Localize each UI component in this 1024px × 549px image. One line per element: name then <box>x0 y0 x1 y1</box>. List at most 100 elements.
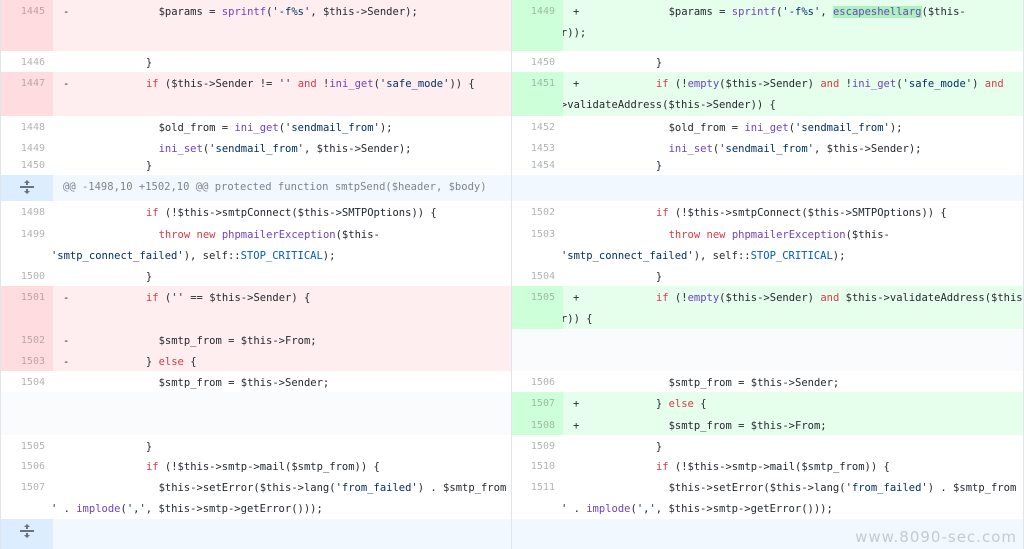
diff-row: 1502- $smtp_from = $this->From; <box>1 329 1023 350</box>
line-number[interactable]: 1450 <box>1 154 53 175</box>
code-line: } <box>618 160 663 172</box>
line-number[interactable]: 1498 <box>1 201 53 223</box>
code-line: } <box>618 57 663 69</box>
code-line: if (!$this->smtp->mail($smtp_from)) { <box>145 461 380 473</box>
code-cell: throw new phpmailerException($this- >lang… <box>53 223 511 265</box>
deletion-marker: - <box>63 335 70 347</box>
addition-marker: + <box>573 78 580 90</box>
diff-row: 1448 $old_from = ini_get('sendmail_from'… <box>1 116 1023 137</box>
line-number[interactable]: 1502 <box>511 201 563 223</box>
right-pane-cell: 1454 } <box>511 154 1023 175</box>
line-number[interactable]: 1499 <box>1 223 53 265</box>
watermark: www.8090-sec.com <box>855 528 1017 546</box>
line-number[interactable]: 1509 <box>511 435 563 455</box>
code-cell: } <box>53 51 511 72</box>
right-pane-cell: 1506 $smtp_from = $this->Sender; <box>511 371 1023 392</box>
code-cell: - } else { <box>53 350 511 371</box>
diff-row: 1498 if (!$this->smtpConnect($this->SMTP… <box>1 201 1023 223</box>
code-line: throw new phpmailerException($this- <box>668 229 890 241</box>
left-pane-cell: 1506 if (!$this->smtp->mail($smtp_from))… <box>1 455 511 476</box>
code-line: . ' : ' . implode(',', $this->smtp->getE… <box>563 503 833 515</box>
line-number[interactable]: 1503 <box>511 223 563 265</box>
code-line: >Sender)); <box>563 27 587 39</box>
right-pane-cell: 1503 throw new phpmailerException($this-… <box>511 223 1023 265</box>
split-diff-view: 1445- $params = sprintf('-f%s', $this->S… <box>0 0 1024 549</box>
left-pane-cell <box>1 392 511 414</box>
line-number[interactable]: 1510 <box>511 455 563 476</box>
line-number[interactable]: 1452 <box>511 116 563 137</box>
left-pane-cell: 1503- } else { <box>1 350 511 371</box>
line-number[interactable]: 1505 <box>511 286 563 329</box>
code-line: >lang('smtp_connect_failed'), self::STOP… <box>53 250 336 262</box>
code-cell: + if (!empty($this->Sender) and $this->v… <box>563 286 1024 329</box>
line-number[interactable]: 1454 <box>511 154 563 175</box>
right-pane-cell: 1510 if (!$this->smtp->mail($smtp_from))… <box>511 455 1023 476</box>
expand-button[interactable] <box>1 175 53 201</box>
code-cell: $smtp_from = $this->Sender; <box>53 371 511 392</box>
code-cell: } <box>563 51 1023 72</box>
code-cell: + } else { <box>563 392 1023 414</box>
line-number[interactable]: 1445 <box>1 0 53 51</box>
left-pane-cell: 1501- if ('' == $this->Sender) { <box>1 286 511 329</box>
code-line: if (!$this->smtp->mail($smtp_from)) { <box>655 461 890 473</box>
line-number[interactable]: 1511 <box>511 476 563 519</box>
line-number[interactable]: 1502 <box>1 329 53 350</box>
line-number[interactable]: 1503 <box>1 350 53 371</box>
right-pane-cell: 1451 + if (!empty($this->Sender) and !ini… <box>511 72 1023 116</box>
line-number[interactable]: 1447 <box>1 72 53 116</box>
code-cell: + $params = sprintf('-f%s', escapeshella… <box>563 0 1023 51</box>
code-cell: - if ('' == $this->Sender) { <box>53 286 511 329</box>
line-number[interactable]: 1507 <box>511 392 563 414</box>
diff-row: 1446 } 1450 } <box>1 51 1023 72</box>
diff-row: 1506 if (!$this->smtp->mail($smtp_from))… <box>1 455 1023 476</box>
code-line: if ('' == $this->Sender) { <box>145 292 311 304</box>
line-number[interactable]: 1500 <box>1 265 53 286</box>
code-cell: $old_from = ini_get('sendmail_from'); <box>563 116 1023 137</box>
code-line: $old_from = ini_get('sendmail_from'); <box>618 122 903 134</box>
right-pane-cell: 1508 + $smtp_from = $this->From; <box>511 414 1023 435</box>
expand-button[interactable] <box>1 519 53 549</box>
line-number[interactable]: 1448 <box>1 116 53 137</box>
addition-marker: + <box>573 420 580 432</box>
line-number[interactable]: 1508 <box>511 414 563 435</box>
code-line: $this->validateAddress($this->Sender)) { <box>563 99 776 111</box>
code-line: } <box>618 271 663 283</box>
code-line: } <box>108 271 153 283</box>
diff-row: 1508 + $smtp_from = $this->From; <box>1 414 1023 435</box>
line-number[interactable]: 1450 <box>511 51 563 72</box>
code-line: } <box>108 57 153 69</box>
code-cell: - $smtp_from = $this->From; <box>53 329 511 350</box>
left-pane-cell: 1448 $old_from = ini_get('sendmail_from'… <box>1 116 511 137</box>
line-number[interactable]: 1506 <box>1 455 53 476</box>
line-number[interactable]: 1449 <box>511 0 563 51</box>
deletion-marker: - <box>63 6 70 18</box>
line-number[interactable]: 1504 <box>511 265 563 286</box>
right-pane-cell: 1504 } <box>511 265 1023 286</box>
line-number[interactable]: 1446 <box>1 51 53 72</box>
code-line: $params = sprintf('-f%s', $this->Sender)… <box>108 6 418 18</box>
left-pane-cell: 1500 } <box>1 265 511 286</box>
code-line: if (!empty($this->Sender) and $this->val… <box>655 292 1024 304</box>
code-line: $smtp_from = $this->Sender; <box>108 377 330 389</box>
line-number[interactable]: 1451 <box>511 72 563 116</box>
code-line: >lang('smtp_connect_failed'), self::STOP… <box>563 250 846 262</box>
right-pane-cell: 1449 + $params = sprintf('-f%s', escapesh… <box>511 0 1023 51</box>
addition-marker: + <box>573 398 580 410</box>
diff-row: 1507 $this->setError($this->lang('from_f… <box>1 476 1023 519</box>
line-number[interactable]: 1507 <box>1 476 53 519</box>
code-line: >Sender)) { <box>563 313 593 325</box>
diff-row: 1507 + } else { <box>1 392 1023 414</box>
code-cell: if (!$this->smtp->mail($smtp_from)) { <box>563 455 1023 476</box>
line-number[interactable]: 1506 <box>511 371 563 392</box>
left-pane-cell: 1507 $this->setError($this->lang('from_f… <box>1 476 511 519</box>
code-line: $this->setError($this->lang('from_failed… <box>618 482 1017 494</box>
code-line: $params = sprintf('-f%s', escapeshellarg… <box>618 6 966 18</box>
code-line: $old_from = ini_get('sendmail_from'); <box>108 122 393 134</box>
code-cell: } <box>563 265 1023 286</box>
line-number[interactable]: 1504 <box>1 371 53 392</box>
line-number[interactable]: 1505 <box>1 435 53 455</box>
code-line: } <box>618 441 663 453</box>
code-cell: $smtp_from = $this->Sender; <box>563 371 1023 392</box>
line-number[interactable]: 1501 <box>1 286 53 329</box>
code-line: if (!$this->smtpConnect($this->SMTPOptio… <box>655 207 947 219</box>
